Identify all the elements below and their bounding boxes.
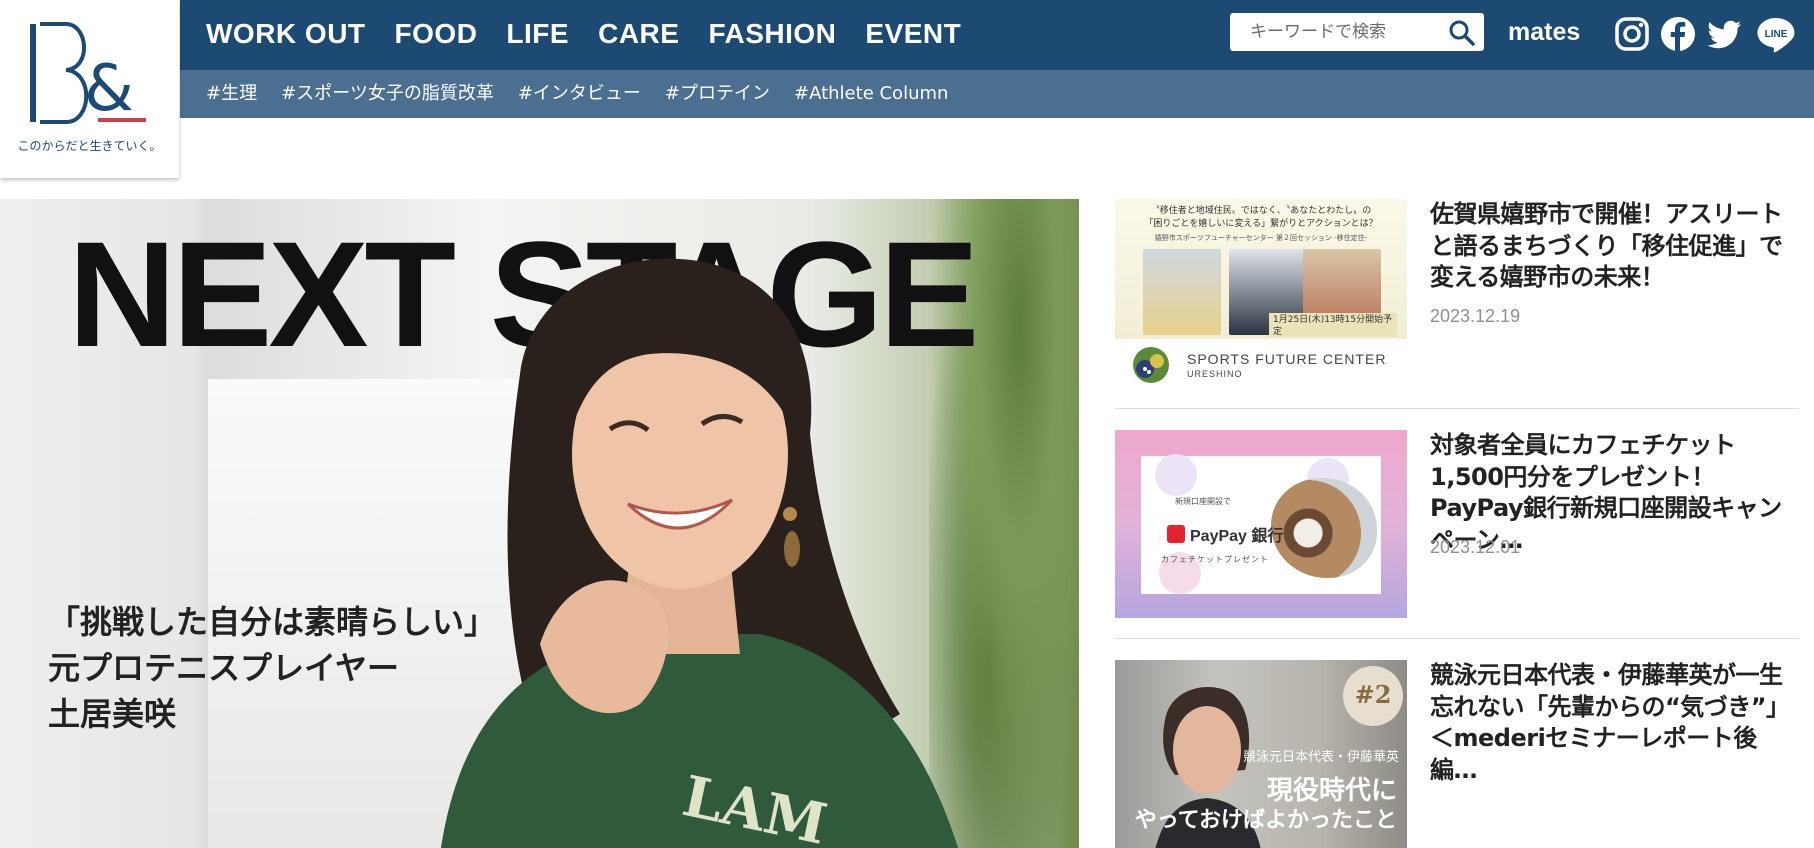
main-nav: WORK OUT FOOD LIFE CARE FASHION EVENT xyxy=(206,14,961,54)
hero-caption: 「挑戦した自分は素晴らしい」 元プロテニスプレイヤー 土居美咲 xyxy=(48,599,496,737)
logo-tagline: このからだと生きていく。 xyxy=(17,139,162,153)
thumb-photo xyxy=(1143,249,1221,335)
thumb-logo-text: PayPay 銀行 xyxy=(1190,528,1284,545)
tag-link[interactable]: #スポーツ女子の脂質改革 xyxy=(281,80,494,108)
search-icon[interactable] xyxy=(1448,19,1476,47)
hero-portrait: LAM xyxy=(440,258,959,848)
mates-link[interactable]: mates xyxy=(1508,14,1580,50)
nav-food[interactable]: FOOD xyxy=(395,14,478,54)
article-card[interactable]: 〝移住者と地域住民〟ではなく、〝あなたとわたし〟の 「困りごとを嬉しいに変える」… xyxy=(1115,199,1799,387)
article-title[interactable]: 競泳元日本代表・伊藤華英が一生忘れない「先輩からの“気づき”」＜mederiセミ… xyxy=(1430,660,1800,786)
thumb-bottom-text: カフェチケットプレゼント xyxy=(1161,555,1269,564)
nav-life[interactable]: LIFE xyxy=(506,14,569,54)
hero-feature[interactable]: NEXT STAGE LAM 「挑戦した自分は素晴らしい」 元プロテニスプレイヤ… xyxy=(0,199,1079,848)
divider xyxy=(1115,638,1799,639)
article-thumbnail: 新規口座開設で PayPay 銀行 カフェチケットプレゼント xyxy=(1115,430,1407,618)
instagram-icon[interactable] xyxy=(1614,16,1650,52)
thumb-headline: 〝移住者と地域住民〟ではなく、〝あなたとわたし〟の 「困りごとを嬉しいに変える」… xyxy=(1144,206,1378,229)
episode-badge: #2 xyxy=(1343,666,1403,726)
hero-caption-line: 土居美咲 xyxy=(48,695,177,733)
tag-link[interactable]: #インタビュー xyxy=(518,80,641,108)
facebook-icon[interactable] xyxy=(1660,16,1696,52)
article-date: 2023.12.19 xyxy=(1430,306,1521,326)
hero-caption-line: 「挑戦した自分は素晴らしい」 xyxy=(48,603,497,641)
nav-care[interactable]: CARE xyxy=(598,14,679,54)
paypay-icon xyxy=(1167,525,1185,543)
article-title[interactable]: 佐賀県嬉野市で開催！アスリートと語るまちづくり「移住促進」で変える嬉野市の未来！ xyxy=(1430,199,1800,294)
hero-caption-line: 元プロテニスプレイヤー xyxy=(48,649,400,687)
nav-fashion[interactable]: FASHION xyxy=(708,14,836,54)
nav-workout[interactable]: WORK OUT xyxy=(206,14,366,54)
tag-link[interactable]: #プロテイン xyxy=(665,80,770,108)
tag-link[interactable]: #Athlete Column xyxy=(794,80,948,108)
article-card[interactable]: 新規口座開設で PayPay 銀行 カフェチケットプレゼント 対象者全員にカフェ… xyxy=(1115,430,1799,618)
thumb-line: やっておけばよかったこと xyxy=(1134,807,1397,833)
thumb-line: 競泳元日本代表・伊藤華英 xyxy=(1242,750,1399,765)
tag-link[interactable]: #生理 xyxy=(206,80,257,108)
sports-future-center-logo xyxy=(1133,347,1169,383)
article-date: 2023.12.01 xyxy=(1430,537,1521,557)
article-card[interactable]: #2 競泳元日本代表・伊藤華英 現役時代に やっておけばよかったこと 競泳元日本… xyxy=(1115,660,1799,848)
search-input[interactable] xyxy=(1230,13,1440,51)
thumb-top-text: 新規口座開設で xyxy=(1175,497,1231,506)
line-icon[interactable]: LINE xyxy=(1756,14,1796,54)
search-box xyxy=(1230,13,1484,51)
thumb-subline: 嬉野市スポーツフューチャーセンター 第２回セッション -移住定住- xyxy=(1154,234,1368,242)
thumb-brand-sub: URESHINO xyxy=(1187,369,1243,379)
site-logo[interactable]: & このからだと生きていく。 xyxy=(0,0,179,178)
article-thumbnail: #2 競泳元日本代表・伊藤華英 現役時代に やっておけばよかったこと xyxy=(1115,660,1407,848)
tag-list: #生理 #スポーツ女子の脂質改革 #インタビュー #プロテイン #Athlete… xyxy=(206,80,948,108)
coffee-image xyxy=(1271,478,1377,578)
svg-text:&: & xyxy=(84,52,134,126)
article-thumbnail: 〝移住者と地域住民〟ではなく、〝あなたとわたし〟の 「困りごとを嬉しいに変える」… xyxy=(1115,199,1407,387)
thumb-brand: SPORTS FUTURE CENTER xyxy=(1187,351,1387,367)
logo-mark: & xyxy=(30,22,146,126)
twitter-icon[interactable] xyxy=(1707,16,1743,52)
line-label: LINE xyxy=(1765,29,1788,40)
divider xyxy=(1115,408,1799,409)
thumb-event-date: 1月25日(木)13時15分開始予定 xyxy=(1269,313,1397,337)
nav-event[interactable]: EVENT xyxy=(865,14,961,54)
